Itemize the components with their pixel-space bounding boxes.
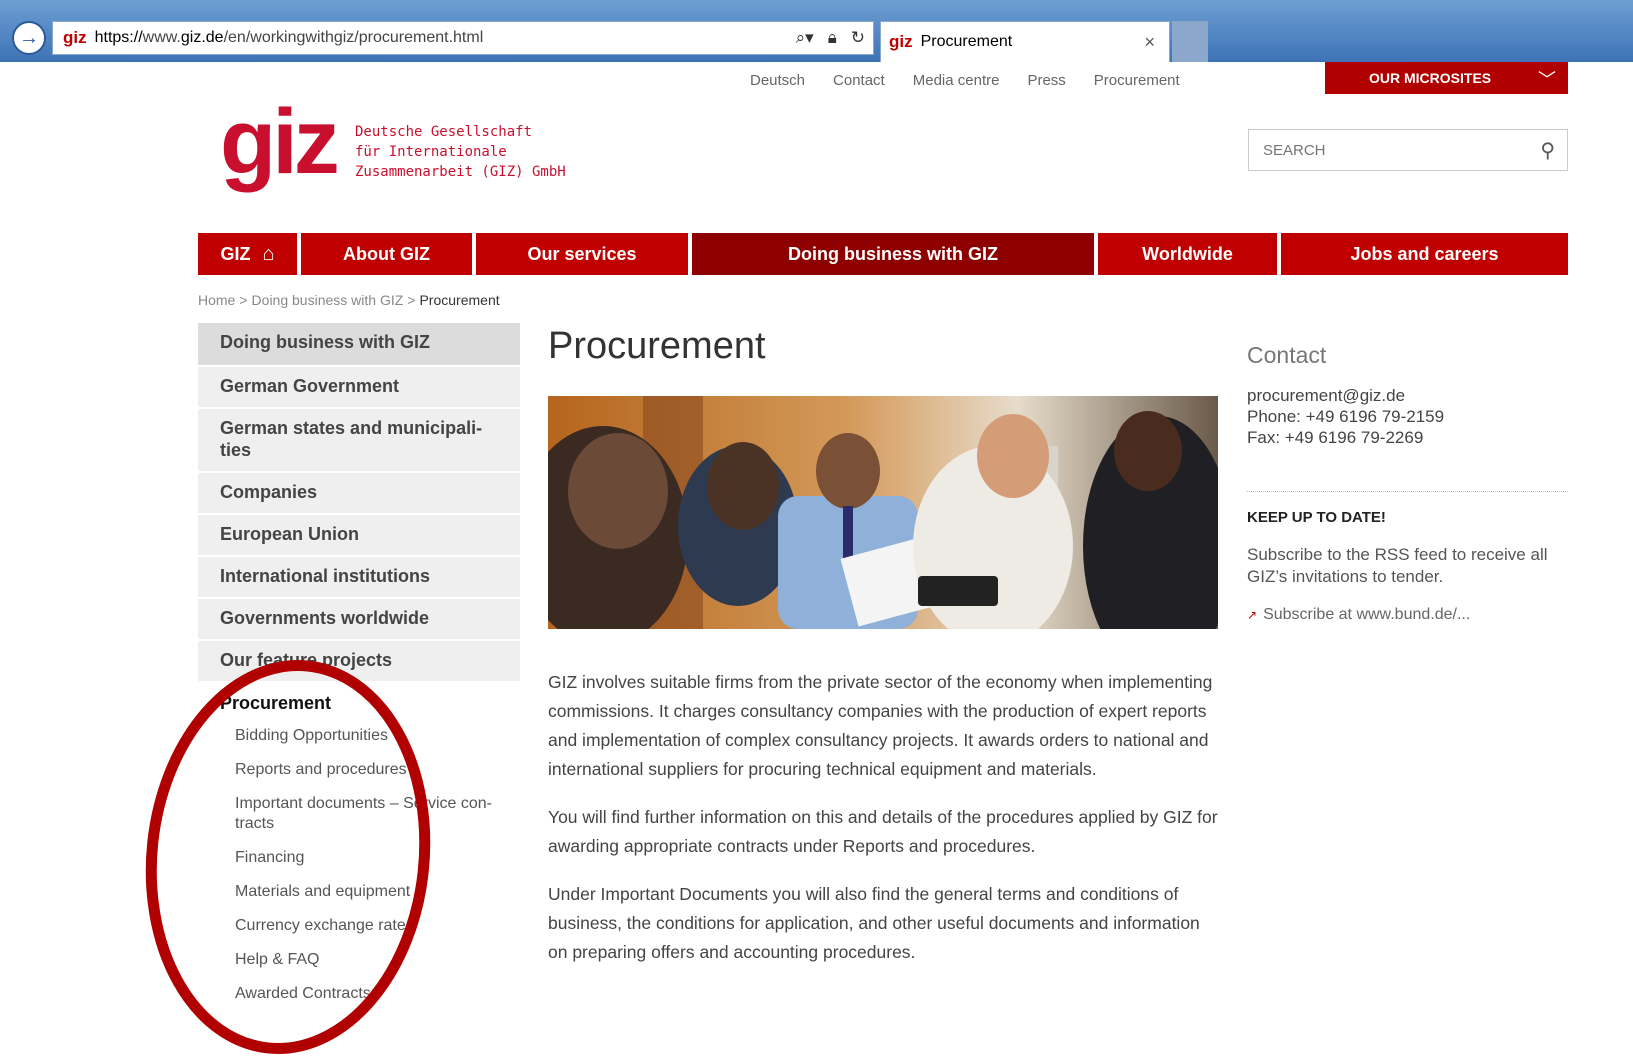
paragraph: Under Important Documents you will also … — [548, 884, 1200, 962]
search-dropdown-icon[interactable]: ⌕▾ — [796, 28, 814, 48]
sidebar-item-procurement[interactable]: Procurement — [198, 683, 520, 722]
sidebar-item-international-institutions[interactable]: International institutions — [198, 557, 520, 599]
toplink-press[interactable]: Press — [1027, 72, 1065, 89]
external-link-arrow-icon: ↗ — [1247, 608, 1258, 622]
subnav-help-faq[interactable]: Help & FAQ — [198, 950, 520, 970]
home-icon: ⌂ — [262, 242, 275, 265]
sidebar-nav: Doing business with GIZ German Governmen… — [198, 323, 520, 1018]
sidebar-item-doing-business[interactable]: Doing business with GIZ — [198, 323, 520, 367]
browser-toolbar: → giz https://www.giz.de/en/workingwithg… — [0, 0, 1633, 62]
browser-tab[interactable]: giz Procurement × — [880, 21, 1170, 62]
contact-fax: Fax: +49 6196 79-2269 — [1247, 428, 1424, 447]
toplink-contact[interactable]: Contact — [833, 72, 885, 89]
toplink-media-centre[interactable]: Media centre — [913, 72, 1000, 89]
subnav-materials-equipment[interactable]: Materials and equipment — [198, 882, 520, 902]
subnav-currency-exchange[interactable]: Currency exchange rates — [198, 916, 520, 936]
microsites-label: OUR MICROSITES — [1369, 70, 1492, 86]
back-arrow-icon[interactable]: → — [12, 21, 46, 55]
nav-doing-business[interactable]: Doing business with GIZ — [692, 233, 1094, 275]
page-title: Procurement — [548, 325, 766, 367]
toplink-deutsch[interactable]: Deutsch — [750, 72, 805, 89]
contact-email[interactable]: procurement@giz.de — [1247, 385, 1444, 406]
giz-logo[interactable]: giz — [220, 96, 340, 188]
subnav-important-documents[interactable]: Important documents – Service con- tract… — [198, 794, 520, 834]
subscribe-link[interactable]: ↗ Subscribe at www.bund.de/... — [1247, 606, 1470, 624]
sidebar-item-feature-projects[interactable]: Our feature projects — [198, 641, 520, 683]
microsites-dropdown[interactable]: OUR MICROSITES ﹀ — [1325, 62, 1568, 94]
sidebar-item-companies[interactable]: Companies — [198, 473, 520, 515]
toplink-procurement[interactable]: Procurement — [1094, 72, 1180, 89]
search-icon[interactable]: ⚲ — [1540, 138, 1555, 163]
chevron-down-icon: ﹀ — [1538, 70, 1556, 90]
sidebar-item-governments-worldwide[interactable]: Governments worldwide — [198, 599, 520, 641]
top-links: Deutsch Contact Media centre Press Procu… — [750, 72, 1180, 89]
main-navigation: GIZ ⌂ About GIZ Our services Doing busine… — [198, 233, 1568, 275]
breadcrumb-parent[interactable]: Doing business with GIZ — [252, 292, 404, 308]
subnav-awarded-contracts[interactable]: Awarded Contracts — [198, 984, 520, 1004]
keep-up-heading: KEEP UP TO DATE! — [1247, 509, 1386, 526]
nav-home[interactable]: GIZ ⌂ — [198, 233, 297, 275]
paragraph: GIZ involves suitable firms from the pri… — [548, 672, 1213, 779]
hero-photo — [548, 396, 1218, 629]
contact-info: procurement@giz.de Phone: +49 6196 79-21… — [1247, 385, 1444, 448]
breadcrumb-current: Procurement — [419, 292, 500, 308]
main-content: GIZ involves suitable firms from the pri… — [548, 668, 1218, 986]
contact-heading: Contact — [1247, 342, 1327, 368]
subnav-bidding-opportunities[interactable]: Bidding Opportunities — [198, 726, 520, 746]
address-bar[interactable]: giz https://www.giz.de/en/workingwithgiz… — [52, 21, 874, 55]
site-favicon: giz — [63, 28, 87, 47]
search-box: ⚲ — [1248, 129, 1568, 171]
nav-jobs-careers[interactable]: Jobs and careers — [1281, 233, 1568, 275]
nav-our-services[interactable]: Our services — [476, 233, 688, 275]
sidebar-item-european-union[interactable]: European Union — [198, 515, 520, 557]
logo-tagline: Deutsche Gesellschaft für Internationale… — [355, 124, 566, 180]
breadcrumb-home[interactable]: Home — [198, 292, 235, 308]
tab-favicon: giz — [889, 32, 913, 51]
nav-worldwide[interactable]: Worldwide — [1098, 233, 1277, 275]
close-tab-icon[interactable]: × — [1144, 32, 1155, 53]
sidebar-item-german-states[interactable]: German states and municipali- ties — [198, 409, 520, 473]
subnav-reports-procedures[interactable]: Reports and procedures — [198, 760, 520, 780]
new-tab-button[interactable] — [1172, 21, 1208, 62]
paragraph: You will find further information on thi… — [548, 807, 1218, 856]
address-url[interactable]: https://www.giz.de/en/workingwithgiz/pro… — [95, 29, 484, 47]
subnav-financing[interactable]: Financing — [198, 848, 520, 868]
sidebar-item-german-government[interactable]: German Government — [198, 367, 520, 409]
keep-up-text: Subscribe to the RSS feed to receive all… — [1247, 545, 1548, 586]
nav-about-giz[interactable]: About GIZ — [301, 233, 472, 275]
tab-title: Procurement — [920, 33, 1013, 50]
contact-phone: Phone: +49 6196 79-2159 — [1247, 407, 1445, 426]
breadcrumb: Home > Doing business with GIZ > Procure… — [198, 292, 500, 308]
refresh-icon[interactable]: ↻ — [851, 28, 865, 48]
lock-icon[interactable]: 🔒︎ — [828, 28, 837, 48]
search-input[interactable] — [1261, 140, 1515, 160]
divider — [1247, 491, 1568, 492]
